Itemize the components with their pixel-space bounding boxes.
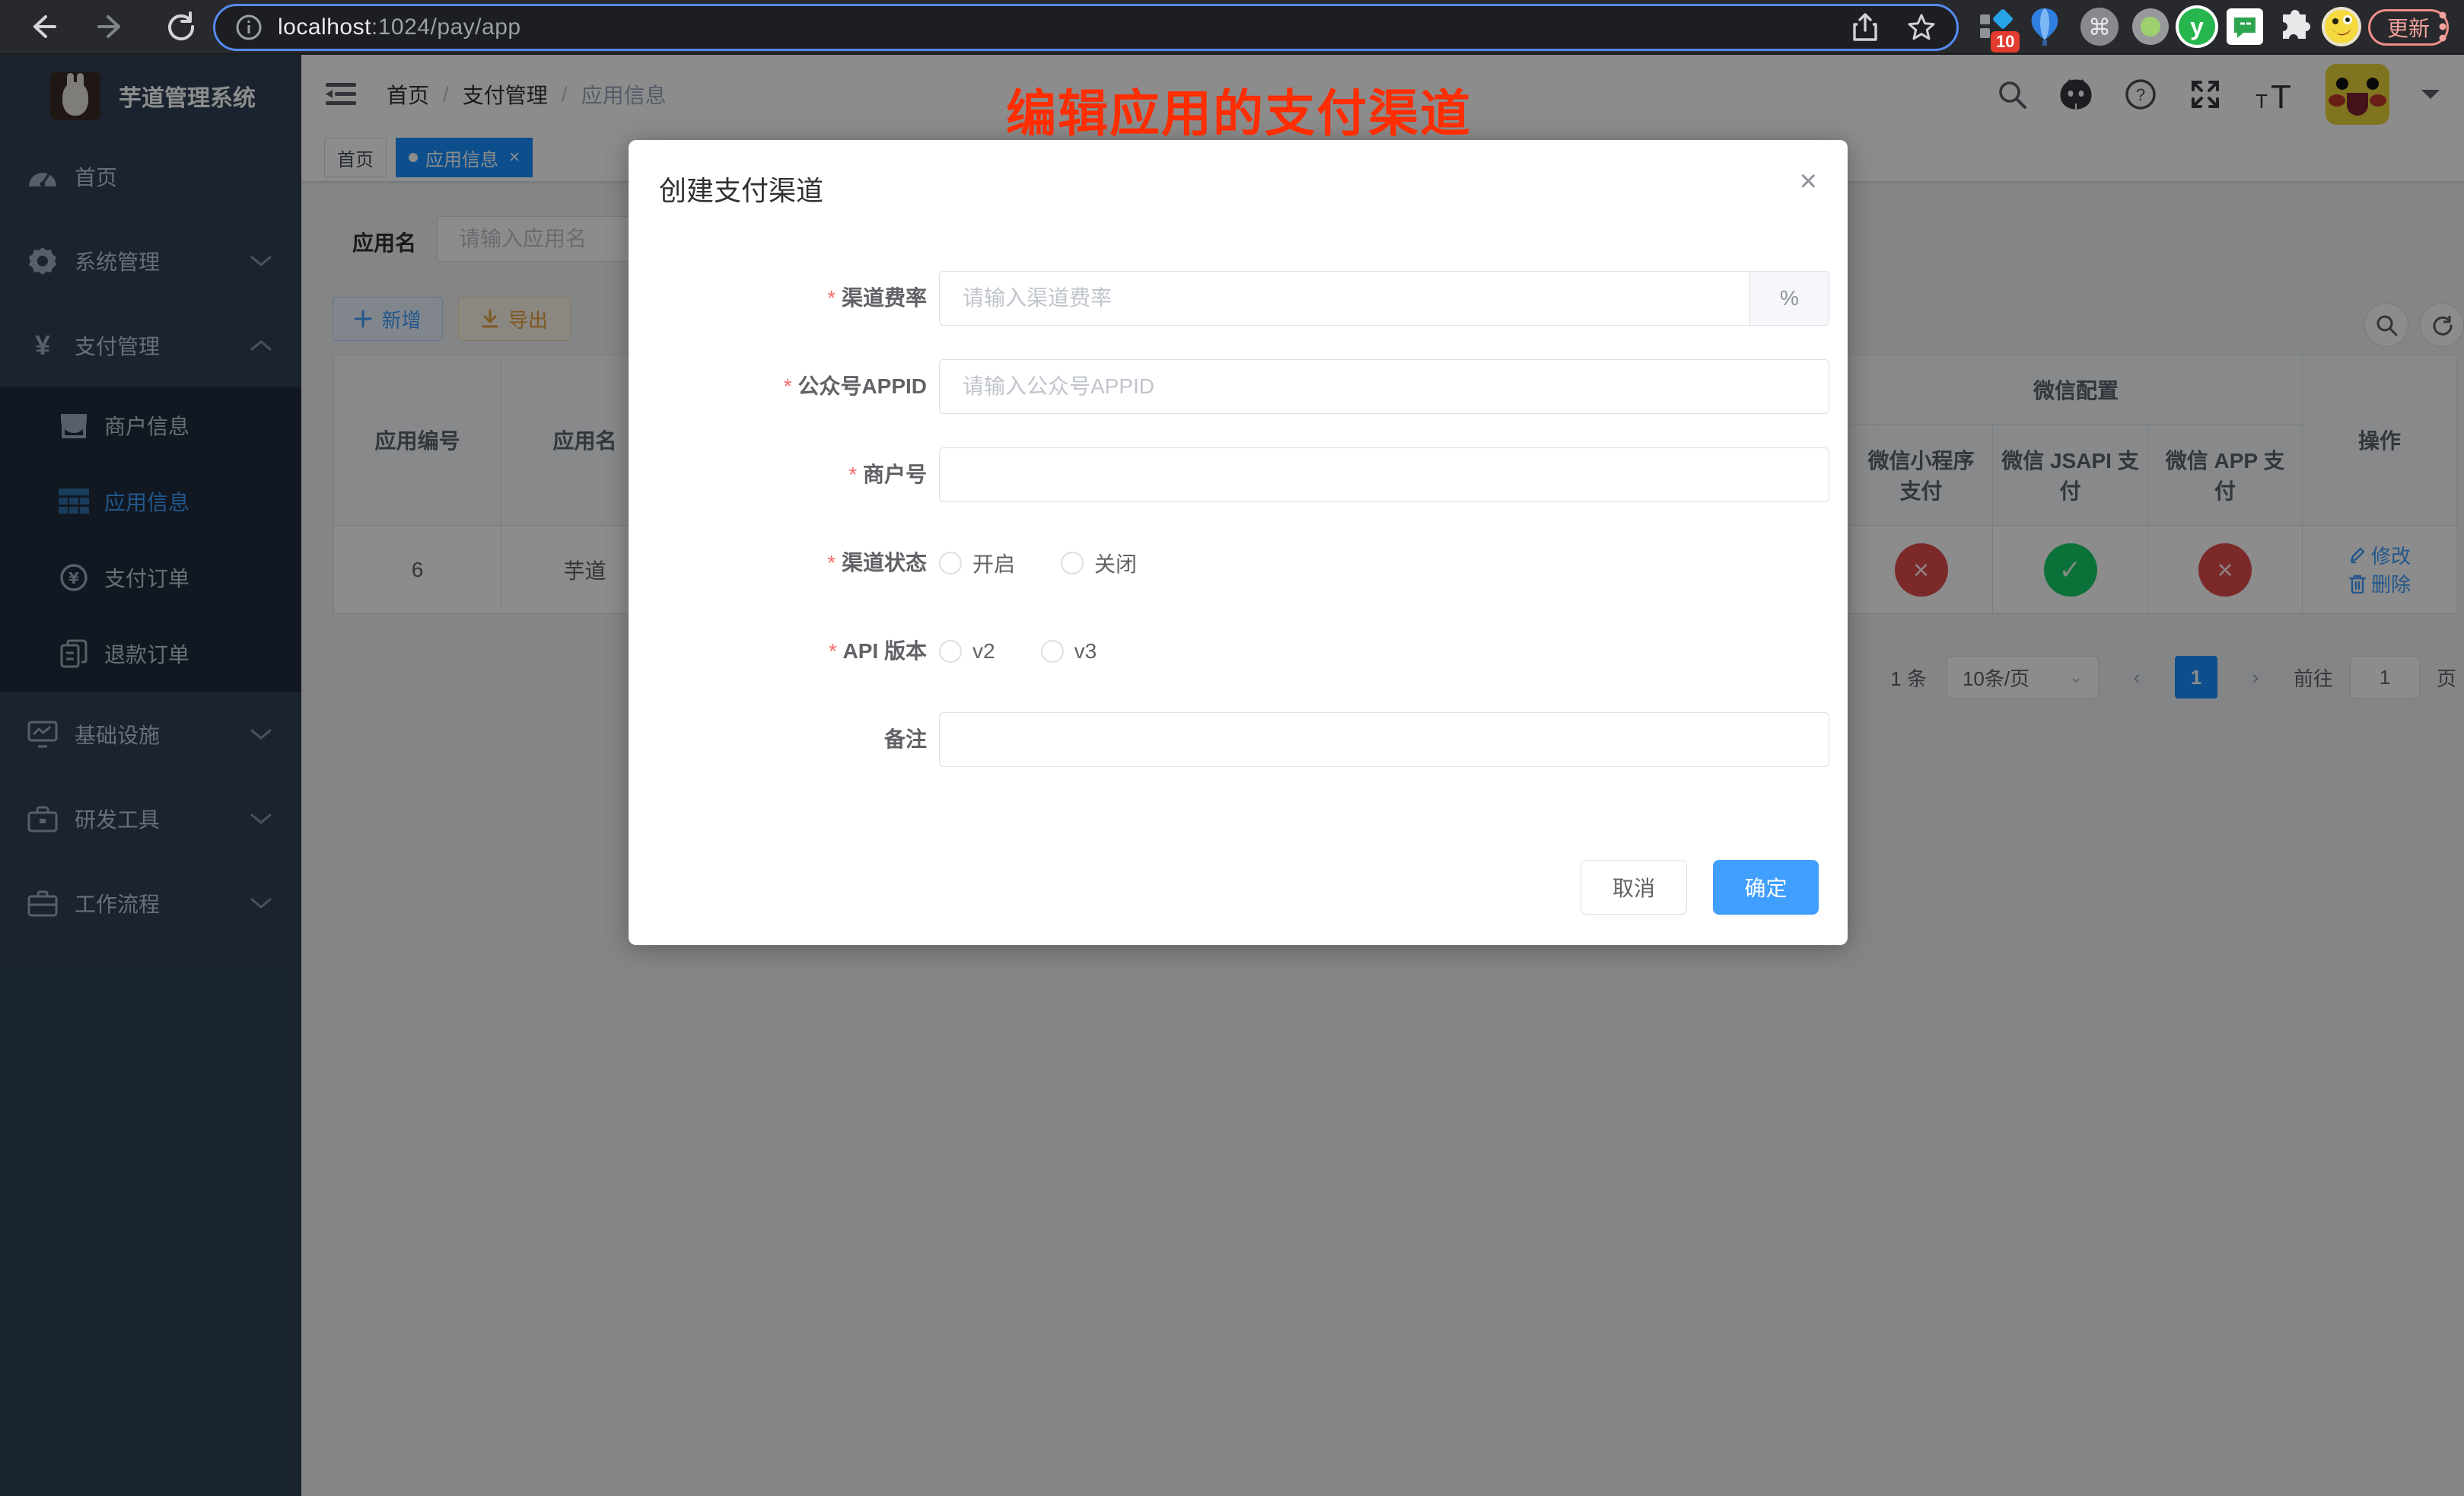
browser-toolbar: localhost:1024/pay/app 10 ⌘ y 更新 — [0, 0, 2464, 55]
extension-y-icon[interactable]: y — [2175, 5, 2219, 49]
bookmark-star-icon[interactable] — [1906, 12, 1937, 43]
field-remark: 备注 — [629, 712, 1848, 767]
radio-circle-icon — [939, 552, 962, 575]
share-icon[interactable] — [1851, 12, 1879, 43]
remark-input[interactable] — [939, 712, 1829, 767]
url-text[interactable]: localhost:1024/pay/app — [278, 14, 521, 40]
field-mch: 商户号 — [629, 447, 1848, 502]
browser-update-button[interactable]: 更新 — [2368, 9, 2449, 46]
svg-text:y: y — [2190, 13, 2204, 40]
rate-suffix: % — [1750, 271, 1829, 326]
dialog-close-icon[interactable]: × — [1800, 166, 1817, 196]
radio-circle-icon — [1041, 640, 1064, 663]
field-mch-label: 商户号 — [629, 447, 939, 502]
extension-command-icon[interactable]: ⌘ — [2080, 7, 2119, 46]
rate-input[interactable] — [939, 271, 1750, 326]
annotation-text: 编辑应用的支付渠道 — [1006, 73, 1472, 146]
svg-text:⌘: ⌘ — [2088, 14, 2111, 41]
radio-api-v2[interactable]: v2 — [939, 639, 995, 664]
field-rate-label: 渠道费率 — [629, 271, 939, 326]
field-api-label: API 版本 — [629, 624, 939, 679]
field-status: 渠道状态 开启 关闭 — [629, 536, 1848, 590]
address-bar[interactable]: localhost:1024/pay/app — [213, 4, 1959, 51]
browser-back-icon[interactable] — [26, 11, 58, 43]
dialog-title: 创建支付渠道 — [659, 169, 823, 208]
extension-balloon-icon[interactable] — [2029, 7, 2061, 46]
extension-record-icon[interactable] — [2131, 8, 2170, 46]
extension-badge: 10 — [1991, 31, 2020, 53]
create-pay-channel-dialog: 创建支付渠道 × 渠道费率 % 公众号APPID 商户号 — [629, 140, 1848, 945]
appid-input[interactable] — [939, 359, 1829, 414]
browser-forward-icon[interactable] — [96, 11, 128, 43]
field-appid: 公众号APPID — [629, 359, 1848, 414]
field-appid-label: 公众号APPID — [629, 359, 939, 414]
profile-avatar-icon[interactable] — [2321, 6, 2362, 47]
confirm-button[interactable]: 确定 — [1713, 860, 1819, 915]
browser-reload-icon[interactable] — [164, 10, 198, 43]
app-root: 芋道管理系统 首页 系统管理 ¥ 支付管理 — [0, 55, 2464, 1496]
field-status-label: 渠道状态 — [629, 536, 939, 590]
field-api-version: API 版本 v2 v3 — [629, 624, 1848, 679]
extension-chat-icon[interactable] — [2227, 8, 2263, 45]
field-rate: 渠道费率 % — [629, 271, 1848, 326]
merchant-id-input[interactable] — [939, 447, 1829, 502]
site-info-icon[interactable] — [235, 14, 263, 41]
radio-status-open[interactable]: 开启 — [939, 548, 1015, 578]
field-remark-label: 备注 — [629, 712, 939, 767]
extension-diamond-icon[interactable]: 10 — [1975, 5, 2018, 48]
radio-api-v3[interactable]: v3 — [1041, 639, 1097, 664]
radio-status-closed[interactable]: 关闭 — [1061, 548, 1137, 578]
cancel-button[interactable]: 取消 — [1581, 860, 1687, 915]
radio-circle-icon — [1061, 552, 1084, 575]
extensions-puzzle-icon[interactable] — [2278, 10, 2312, 43]
radio-circle-icon — [939, 640, 962, 663]
browser-menu-icon[interactable] — [2438, 10, 2447, 43]
